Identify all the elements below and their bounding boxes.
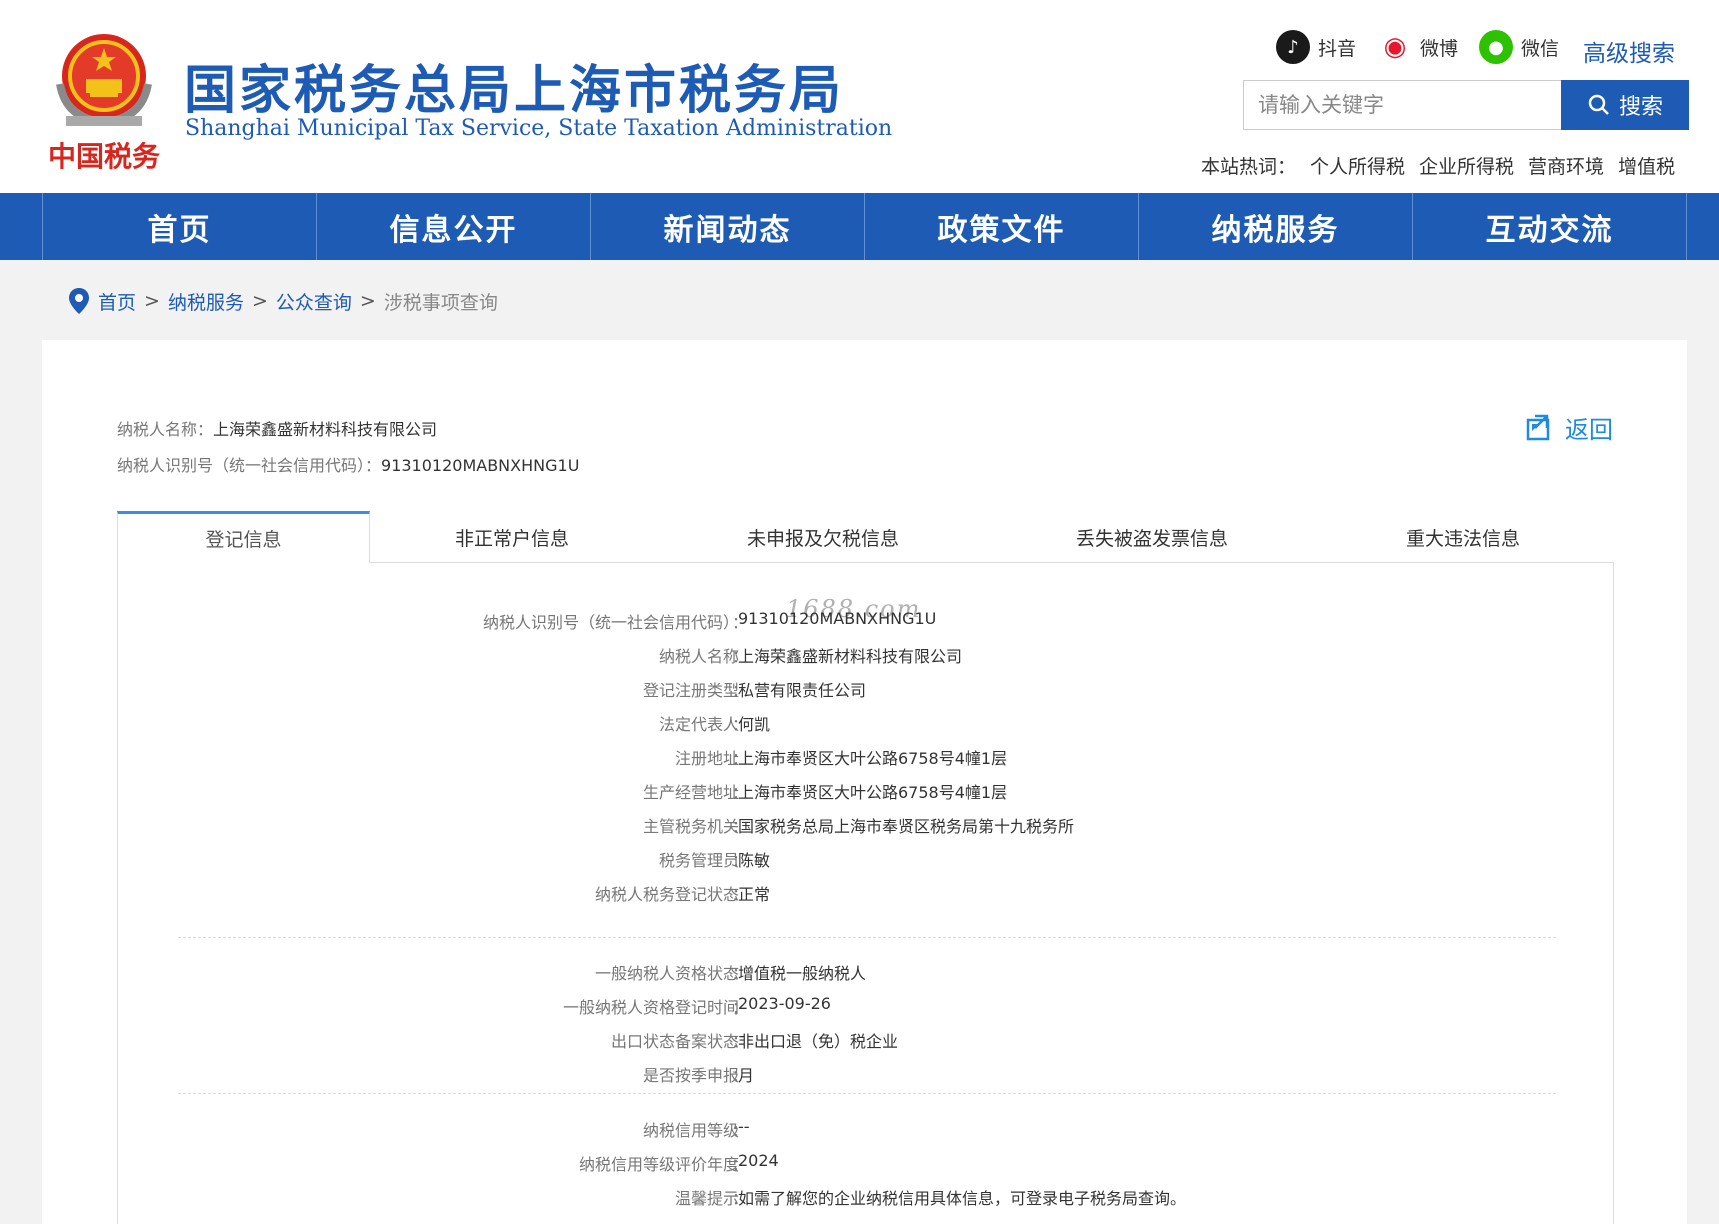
hotword-link[interactable]: 营商环境 xyxy=(1528,152,1604,179)
tab-abnormal[interactable]: 非正常户信息 xyxy=(370,511,654,563)
hotword-link[interactable]: 企业所得税 xyxy=(1419,152,1514,179)
info-value: 91310120MABNXHNG1U xyxy=(738,609,937,628)
info-label: 一般纳税人资格状态 xyxy=(594,964,739,983)
social-douyin[interactable]: ♪ 抖音 xyxy=(1276,30,1356,64)
info-value: 2023-09-26 xyxy=(738,994,831,1013)
tab-violations[interactable]: 重大违法信息 xyxy=(1312,511,1614,563)
info-row: 主管税务机关：国家税务总局上海市奉贤区税务局第十九税务所 xyxy=(118,813,1615,843)
info-label: 一般纳税人资格登记时间 xyxy=(562,998,739,1017)
breadcrumb-public-query[interactable]: 公众查询 xyxy=(276,288,352,315)
info-row: 法定代表人：何凯 xyxy=(118,711,1615,741)
info-row: 纳税人识别号（统一社会信用代码）： 91310120MABNXHNG1U xyxy=(482,609,937,632)
nav-home[interactable]: 首页 xyxy=(43,193,317,260)
info-row: 温馨提示：如需了解您的企业纳税信用具体信息，可登录电子税务局查询。 xyxy=(118,1185,1615,1215)
info-row: 出口状态备案状态：非出口退（免）税企业 xyxy=(118,1028,1615,1058)
info-value: 正常 xyxy=(738,885,771,904)
info-value: 上海市奉贤区大叶公路6758号4幢1层 xyxy=(738,783,1008,802)
site-header: 中国税务 国家税务总局上海市税务局 Shanghai Municipal Tax… xyxy=(0,0,1719,193)
hotwords-label: 本站热词： xyxy=(1201,156,1297,178)
info-row: 纳税信用等级： -- xyxy=(642,1117,750,1140)
social-wechat[interactable]: ● 微信 xyxy=(1479,30,1559,64)
info-row: 生产经营地址：上海市奉贤区大叶公路6758号4幢1层 xyxy=(118,779,1615,809)
content-card: 纳税人名称：上海荣鑫盛新材料科技有限公司 纳税人识别号（统一社会信用代码）：91… xyxy=(42,340,1687,1224)
info-row: 税务管理员：陈敏 xyxy=(118,847,1615,877)
hotwords: 本站热词： 个人所得税 企业所得税 营商环境 增值税 xyxy=(1201,152,1675,179)
svg-text:中国税务: 中国税务 xyxy=(48,140,160,173)
breadcrumb: 首页 > 纳税服务 > 公众查询 > 涉税事项查询 xyxy=(68,287,498,315)
info-label: 纳税人识别号（统一社会信用代码） xyxy=(482,613,739,632)
summary-id: 纳税人识别号（统一社会信用代码）：91310120MABNXHNG1U xyxy=(117,456,580,475)
search-input[interactable] xyxy=(1243,80,1561,130)
info-tabs: 登记信息 非正常户信息 未申报及欠税信息 丢失被盗发票信息 重大违法信息 xyxy=(117,511,1614,563)
summary-name: 纳税人名称：上海荣鑫盛新材料科技有限公司 xyxy=(117,420,438,439)
info-row: 一般纳税人资格状态：增值税一般纳税人 xyxy=(118,960,1615,990)
info-label: 税务管理员 xyxy=(658,851,739,870)
info-value: 私营有限责任公司 xyxy=(738,681,867,700)
info-label: 纳税人税务登记状态 xyxy=(594,885,739,904)
location-pin-icon xyxy=(69,288,89,314)
info-row: 一般纳税人资格登记时间： 2023-09-26 xyxy=(562,994,831,1017)
info-label: 纳税信用等级 xyxy=(642,1121,739,1140)
info-label: 纳税人名称 xyxy=(658,647,739,666)
hotword-link[interactable]: 增值税 xyxy=(1618,152,1675,179)
info-label: 登记注册类型 xyxy=(642,681,739,700)
back-icon xyxy=(1526,414,1550,440)
breadcrumb-home[interactable]: 首页 xyxy=(98,288,136,315)
advanced-search-link[interactable]: 高级搜索 xyxy=(1583,34,1675,68)
site-subtitle: Shanghai Municipal Tax Service, State Ta… xyxy=(185,116,893,141)
info-label: 生产经营地址 xyxy=(642,783,739,802)
info-value: 如需了解您的企业纳税信用具体信息，可登录电子税务局查询。 xyxy=(738,1189,1187,1208)
tab-undeclared-arrears[interactable]: 未申报及欠税信息 xyxy=(654,511,992,563)
info-row: 纳税人名称：上海荣鑫盛新材料科技有限公司 xyxy=(118,643,1615,673)
nav-tax-service[interactable]: 纳税服务 xyxy=(1139,193,1413,260)
tab-registration[interactable]: 登记信息 xyxy=(117,511,370,563)
nav-info-disclosure[interactable]: 信息公开 xyxy=(317,193,591,260)
info-value: 何凯 xyxy=(738,715,771,734)
nav-interaction[interactable]: 互动交流 xyxy=(1413,193,1687,260)
info-label: 是否按季申报 xyxy=(642,1066,739,1085)
divider xyxy=(178,937,1556,938)
site-title: 国家税务总局上海市税务局 xyxy=(184,61,845,121)
info-value: 月 xyxy=(738,1066,755,1085)
hotword-link[interactable]: 个人所得税 xyxy=(1310,152,1405,179)
national-emblem-icon: 中国税务 xyxy=(48,34,160,173)
breadcrumb-tax-service[interactable]: 纳税服务 xyxy=(168,288,244,315)
info-row: 注册地址：上海市奉贤区大叶公路6758号4幢1层 xyxy=(118,745,1615,775)
info-row: 纳税信用等级评价年度： 2024 xyxy=(578,1151,779,1174)
info-value: 陈敏 xyxy=(738,851,771,870)
info-value: 国家税务总局上海市奉贤区税务局第十九税务所 xyxy=(738,817,1075,836)
info-row: 登记注册类型：私营有限责任公司 xyxy=(118,677,1615,707)
info-value: 上海荣鑫盛新材料科技有限公司 xyxy=(738,647,963,666)
breadcrumb-current: 涉税事项查询 xyxy=(383,291,498,314)
search-icon xyxy=(1588,94,1609,115)
info-label: 法定代表人 xyxy=(658,715,739,734)
info-label: 出口状态备案状态 xyxy=(610,1032,739,1051)
info-row: 是否按季申报：月 xyxy=(118,1062,1615,1092)
info-label: 纳税信用等级评价年度 xyxy=(578,1155,739,1174)
search-button[interactable]: 搜索 xyxy=(1561,80,1689,130)
tab-lost-invoices[interactable]: 丢失被盗发票信息 xyxy=(992,511,1312,563)
info-label: 温馨提示 xyxy=(674,1189,739,1208)
info-value: 非出口退（免）税企业 xyxy=(738,1032,899,1051)
info-value: 增值税一般纳税人 xyxy=(738,964,867,983)
main-nav: 首页 信息公开 新闻动态 政策文件 纳税服务 互动交流 xyxy=(0,193,1719,260)
nav-news[interactable]: 新闻动态 xyxy=(591,193,865,260)
info-value: 2024 xyxy=(738,1151,779,1170)
back-button[interactable]: 返回 xyxy=(1525,410,1613,445)
info-label: 主管税务机关 xyxy=(642,817,739,836)
weibo-icon: ◉ xyxy=(1378,30,1412,64)
social-weibo[interactable]: ◉ 微博 xyxy=(1378,30,1458,64)
divider xyxy=(178,1093,1556,1094)
nav-policy[interactable]: 政策文件 xyxy=(865,193,1139,260)
info-value: 上海市奉贤区大叶公路6758号4幢1层 xyxy=(738,749,1008,768)
douyin-icon: ♪ xyxy=(1276,30,1310,64)
info-row: 纳税人税务登记状态：正常 xyxy=(118,881,1615,911)
registration-panel: 1688.com 纳税人识别号（统一社会信用代码）： 91310120MABNXH… xyxy=(117,562,1614,1224)
info-label: 注册地址 xyxy=(674,749,739,768)
wechat-icon: ● xyxy=(1479,30,1513,64)
info-value: -- xyxy=(738,1117,750,1136)
